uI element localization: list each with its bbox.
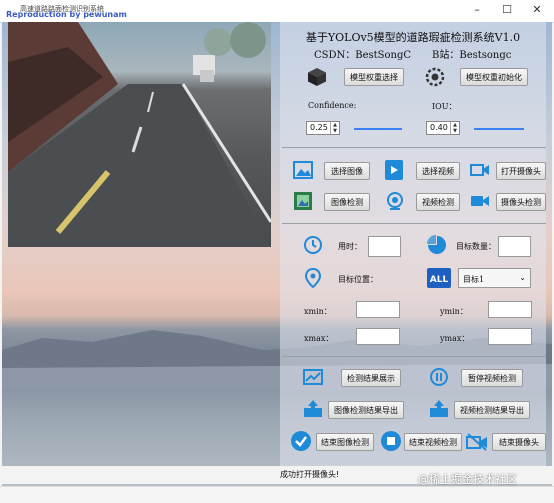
target-select-value: 目标1 <box>463 275 485 284</box>
divider <box>282 356 546 357</box>
ymin-label: ymin： <box>440 307 468 316</box>
show-results-button[interactable]: 检测结果展示 <box>341 369 401 387</box>
video-camera-icon <box>469 190 491 212</box>
minimize-icon[interactable]: – <box>462 0 492 20</box>
check-circle-icon <box>290 430 312 452</box>
maximize-icon[interactable]: ☐ <box>492 0 522 20</box>
page-title: 基于YOLOv5模型的道路瑕疵检测系统V1.0 <box>305 31 521 44</box>
time-field <box>368 236 401 257</box>
end-video-button[interactable]: 结束视频检测 <box>404 433 462 451</box>
detect-video-button[interactable]: 视频检测 <box>416 193 460 211</box>
select-video-button[interactable]: 选择视频 <box>416 162 460 180</box>
ymax-field <box>488 328 532 345</box>
video-file-icon <box>383 159 405 181</box>
status-message: 成功打开摄像头! <box>280 470 340 479</box>
svg-text:ALL: ALL <box>430 275 449 285</box>
chevron-down-icon: ⌄ <box>519 273 526 282</box>
location-pin-icon <box>302 267 324 289</box>
detect-camera-button[interactable]: 摄像头检测 <box>496 193 546 211</box>
confidence-value: 0.25 <box>310 123 328 132</box>
model-init-button[interactable]: 模型权重初始化 <box>460 68 528 86</box>
chart-icon <box>302 366 324 388</box>
export-image-button[interactable]: 图像检测结果导出 <box>328 401 404 419</box>
time-label: 用时： <box>338 242 362 251</box>
confidence-label: Confidence: <box>308 101 357 110</box>
position-label: 目标位置： <box>338 275 378 284</box>
stop-icon <box>380 430 402 452</box>
model-select-button[interactable]: 模型权重选择 <box>344 68 404 86</box>
camera-icon <box>469 159 491 181</box>
iou-spinbox[interactable]: 0.40 ▲ ▼ <box>426 121 460 135</box>
divider <box>282 223 546 224</box>
watermark: @稀土掘金技术社区 <box>418 473 517 486</box>
xmax-label: xmax： <box>304 334 334 343</box>
webcam-icon <box>384 190 406 212</box>
clock-icon <box>302 234 324 256</box>
xmax-field <box>356 328 400 345</box>
bottom-edge <box>0 486 554 503</box>
video-display <box>8 22 271 247</box>
image-icon <box>292 159 314 181</box>
export-video-button[interactable]: 视频检测结果导出 <box>454 401 530 419</box>
close-icon[interactable]: ✕ <box>522 0 552 20</box>
camera-off-icon <box>466 431 488 453</box>
ymin-field <box>488 301 532 318</box>
overlay-label: Reproduction by pewunam <box>6 10 127 19</box>
target-select[interactable]: 目标1 ⌄ <box>458 268 531 288</box>
bili-label: B站：Bestsongc <box>432 50 512 61</box>
open-camera-button[interactable]: 打开摄像头 <box>496 162 546 180</box>
cube-icon <box>306 66 328 88</box>
detect-image-button[interactable]: 图像检测 <box>324 193 370 211</box>
iou-slider[interactable] <box>474 128 524 130</box>
count-label: 目标数量： <box>456 242 496 251</box>
settings-icon <box>424 66 446 88</box>
confidence-spinbox[interactable]: 0.25 ▲ ▼ <box>306 121 340 135</box>
image-detect-icon <box>292 190 314 212</box>
csdn-label: CSDN：BestSongC <box>314 50 412 61</box>
end-image-button[interactable]: 结束图像检测 <box>316 433 374 451</box>
end-camera-button[interactable]: 结束摄像头 <box>492 433 546 451</box>
xmin-field <box>356 301 400 318</box>
export-icon <box>302 398 324 420</box>
pause-icon <box>428 366 450 388</box>
divider <box>282 147 546 148</box>
confidence-slider[interactable] <box>354 128 402 130</box>
pause-video-button[interactable]: 暂停视频检测 <box>461 369 523 387</box>
all-icon: ALL <box>427 268 451 288</box>
pie-chart-icon <box>426 234 448 256</box>
iou-label: IOU： <box>432 102 457 111</box>
select-image-button[interactable]: 选择图像 <box>324 162 370 180</box>
ymax-label: ymax： <box>440 334 470 343</box>
iou-value: 0.40 <box>430 123 448 132</box>
xmin-label: xmin： <box>304 307 332 316</box>
count-field <box>498 236 531 257</box>
export-video-icon <box>428 398 450 420</box>
